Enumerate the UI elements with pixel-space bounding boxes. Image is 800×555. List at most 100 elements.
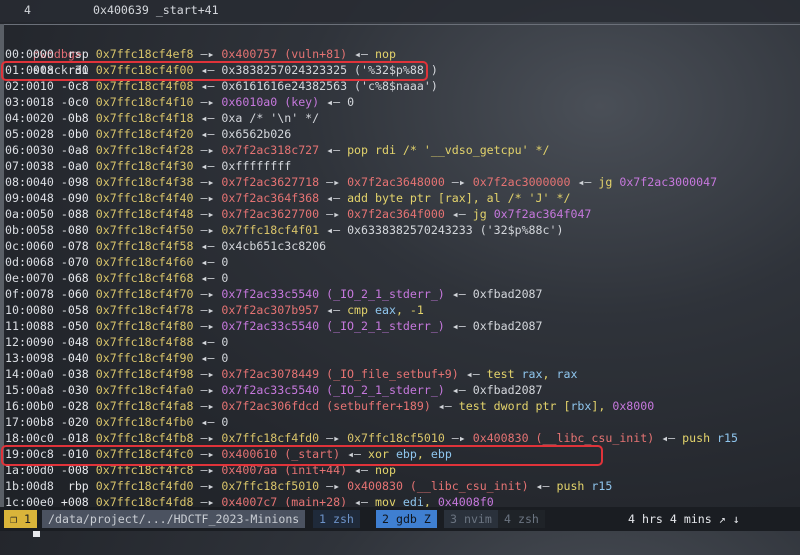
stack-entry-stack: 0x7ffc18cf4ef8 bbox=[95, 47, 194, 61]
stack-entry-asmreg: eax bbox=[375, 303, 396, 317]
stack-entry-default: ◂— 0 bbox=[193, 351, 229, 365]
stack-entry-arrow: —▸ bbox=[193, 95, 222, 109]
stack-entry: 0f:0078 -060 0x7ffc18cf4f70 —▸ 0x7f2ac33… bbox=[5, 286, 543, 302]
path-indicator: /data/project/.../HDCTF_2023-Minions bbox=[42, 510, 306, 528]
stack-entry-default: ◂— 0x6562b026 bbox=[193, 127, 292, 141]
stack-entry-asmreg: rax bbox=[556, 367, 578, 381]
stack-entry-default: ◂— 0x4cb651c3c8206 bbox=[193, 239, 327, 253]
stack-entry-data: 0x7f2ac33c5540 (_IO_2_1_stderr_) bbox=[221, 319, 445, 333]
stack-entry-stack: 0x7ffc18cf4fb0 bbox=[95, 415, 194, 429]
stack-entry-asm: push bbox=[682, 431, 718, 445]
stack-entry-default: ◂— 0 bbox=[193, 255, 229, 269]
stack-entry-default: ◂— 0xfbad2087 bbox=[444, 319, 543, 333]
stack-entry-stack: 0x7ffc18cf4f48 bbox=[95, 207, 194, 221]
stack-entry-default: ◂— 0x6161616e24382563 ('c%8$naaa') bbox=[193, 79, 438, 93]
stack-entry-code: 0x400830 (__libc_csu_init) bbox=[347, 479, 529, 493]
input-line[interactable]: pwndbg> bbox=[5, 491, 82, 537]
stack-entry-data: 0x7f2ac364f047 bbox=[493, 207, 592, 221]
stack-entry: 05:0028 -0b0 0x7ffc18cf4f20 ◂— 0x6562b02… bbox=[5, 126, 291, 142]
stack-entry-asm: add byte ptr [rax], al /* 'J' */ bbox=[347, 191, 571, 205]
stack-entry-arrow: —▸ bbox=[193, 191, 222, 205]
window-tab-3[interactable]: 3 nvim bbox=[444, 510, 498, 528]
stack-entry-stack: 0x7ffc18cf4fb8 bbox=[95, 431, 194, 445]
stack-entry-reg: -068 bbox=[53, 271, 96, 285]
stack-entry-idx: 11:0088 bbox=[5, 319, 54, 333]
stack-entry: 0d:0068 -070 0x7ffc18cf4f60 ◂— 0 bbox=[5, 254, 228, 270]
stack-entry: 0b:0058 -080 0x7ffc18cf4f50 —▸ 0x7ffc18c… bbox=[5, 222, 563, 238]
stack-entry-arrow: —▸ bbox=[193, 287, 222, 301]
stack-entry-idx: 06:0030 bbox=[5, 143, 54, 157]
stack-entry-arrow: ◂— bbox=[528, 479, 557, 493]
stack-entry-arrow: ◂— bbox=[319, 143, 348, 157]
stack-entry-code: 0x400757 (vuln+81) bbox=[221, 47, 348, 61]
terminal-window[interactable]: 4 0x400639 _start+41 pwndbg> stack 30 00… bbox=[0, 0, 800, 537]
stack-entry-stack: 0x7ffc18cf4f90 bbox=[95, 351, 194, 365]
stack-entry-reg: -050 bbox=[53, 319, 96, 333]
stack-entry-stack: 0x7ffc18cf5010 bbox=[221, 479, 320, 493]
stack-entry-reg: -040 bbox=[53, 351, 96, 365]
stack-entry-idx: 12:0090 bbox=[5, 335, 54, 349]
stack-entry: 11:0088 -050 0x7ffc18cf4f80 —▸ 0x7f2ac33… bbox=[5, 318, 543, 334]
stack-entry-data: 0x7f2ac33c5540 (_IO_2_1_stderr_) bbox=[221, 383, 445, 397]
stack-entry-code: 0x7f2ac306fdcd (setbuffer+189) bbox=[221, 399, 431, 413]
stack-entry: 14:00a0 -038 0x7ffc18cf4f98 —▸ 0x7f2ac30… bbox=[5, 366, 577, 382]
stack-entry: 07:0038 -0a0 0x7ffc18cf4f30 ◂— 0xfffffff… bbox=[5, 158, 291, 174]
stack-entry-code: 0x7f2ac364f000 bbox=[347, 207, 445, 221]
stack-entry-arrow: —▸ bbox=[319, 207, 348, 221]
highlight-rdi-entry bbox=[1, 61, 428, 81]
stack-entry-default: ◂— 0 bbox=[193, 335, 229, 349]
stack-entry-reg: -018 bbox=[53, 431, 96, 445]
stack-entry-arrow: ◂— bbox=[458, 367, 487, 381]
stack-entry-code: 0x7f2ac3627718 bbox=[221, 175, 320, 189]
stack-entry: 04:0020 -0b8 0x7ffc18cf4f18 ◂— 0xa /* '\… bbox=[5, 110, 319, 126]
stack-entry-asmreg: r15 bbox=[717, 431, 738, 445]
stack-entry-num: 0x8000 bbox=[612, 399, 655, 413]
stack-entry-idx: 07:0038 bbox=[5, 159, 54, 173]
stack-entry-stack: 0x7ffc18cf4f68 bbox=[95, 271, 194, 285]
stack-entry-stack: 0x7ffc18cf4f88 bbox=[95, 335, 194, 349]
stack-entry-asm: jg bbox=[472, 207, 494, 221]
window-tab-4[interactable]: 4 zsh bbox=[498, 510, 545, 528]
stack-entry-stack: 0x7ffc18cf4f58 bbox=[95, 239, 194, 253]
stack-entry-code: 0x7f2ac307b957 bbox=[221, 303, 320, 317]
stack-entry-stack: 0x7ffc18cf5010 bbox=[347, 431, 445, 445]
stack-entry-reg: -0b0 bbox=[53, 127, 96, 141]
stack-entry-reg: -080 bbox=[53, 223, 96, 237]
stack-entry-arrow: —▸ bbox=[193, 47, 222, 61]
window-tab-1[interactable]: 1 zsh bbox=[313, 510, 360, 528]
pane-divider bbox=[0, 24, 800, 25]
stack-entry-arrow: ◂— bbox=[654, 431, 683, 445]
stack-entry-reg: -0c8 bbox=[53, 79, 96, 93]
stack-entry-idx: 09:0048 bbox=[5, 191, 54, 205]
stack-entry-asm: test bbox=[486, 367, 522, 381]
session-tab[interactable]: ❐ 1 bbox=[4, 510, 37, 528]
stack-entry-default: ◂— 0 bbox=[193, 415, 229, 429]
clock-status: 4 hrs 4 mins ↗ ↓ bbox=[622, 510, 746, 528]
stack-entry-asm: nop bbox=[374, 47, 396, 61]
tmux-status-bar: ❐ 1 /data/project/.../HDCTF_2023-Minions… bbox=[0, 507, 800, 531]
stack-entry-default: ◂— 0 bbox=[193, 271, 229, 285]
stack-entry-stack: 0x7ffc18cf4f10 bbox=[95, 95, 194, 109]
stack-entry-asm: ], bbox=[591, 399, 613, 413]
stack-entry-idx: 0f:0078 bbox=[5, 287, 54, 301]
stack-entry-asm: pop rdi /* '__vdso_getcpu' */ bbox=[347, 143, 550, 157]
line-text: 0x400639 _start+41 bbox=[93, 3, 219, 17]
stack-entry-idx: 02:0010 bbox=[5, 79, 54, 93]
stack-entry-idx: 15:00a8 bbox=[5, 383, 54, 397]
stack-entry-idx: 14:00a0 bbox=[5, 367, 54, 381]
stack-entry-reg: -048 bbox=[53, 335, 96, 349]
stack-entry-default: ◂— 0xffffffff bbox=[193, 159, 292, 173]
stack-entry-arrow: ◂— bbox=[319, 191, 348, 205]
stack-entry: 08:0040 -098 0x7ffc18cf4f38 —▸ 0x7f2ac36… bbox=[5, 174, 717, 190]
stack-entry-data: 0x7f2ac3000047 bbox=[619, 175, 718, 189]
stack-entry-arrow: —▸ bbox=[193, 143, 222, 157]
stack-entry-idx: 0c:0060 bbox=[5, 239, 54, 253]
stack-entry-reg: -020 bbox=[53, 415, 96, 429]
stack-entry-idx: 0b:0058 bbox=[5, 223, 54, 237]
stack-entry-reg: -098 bbox=[53, 175, 96, 189]
stack-entry-reg: -078 bbox=[53, 239, 96, 253]
stack-entry-reg: -088 bbox=[53, 207, 96, 221]
stack-entry-idx: 18:00c0 bbox=[5, 431, 54, 445]
window-tab-2-active[interactable]: 2 gdb Z bbox=[376, 510, 437, 528]
stack-entry-idx: 05:0028 bbox=[5, 127, 54, 141]
